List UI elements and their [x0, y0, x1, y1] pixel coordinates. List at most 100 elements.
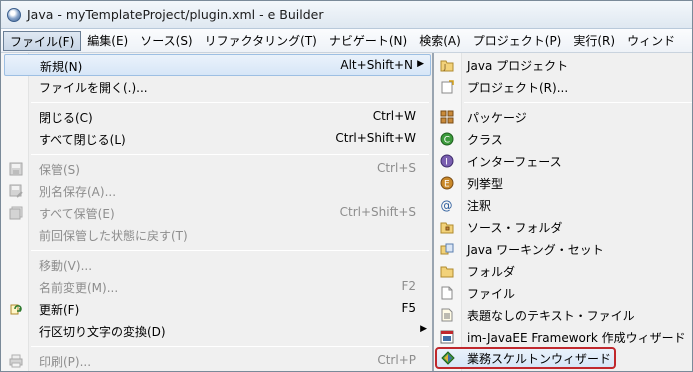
submenu-item-enum[interactable]: E 列挙型	[434, 172, 692, 194]
skeleton-wizard-icon	[441, 351, 455, 365]
menu-item-shortcut: Ctrl+S	[376, 161, 416, 175]
menu-item-close-all[interactable]: すべて閉じる(L) Ctrl+Shift+W	[1, 128, 433, 150]
menu-item-label: 閉じる(C)	[39, 111, 93, 125]
file-menu-dropdown: 新規(N) Alt+Shift+N ▶ ファイルを開く(.)... 閉じる(C)…	[1, 53, 433, 371]
application-icon	[7, 7, 21, 22]
menu-item-shortcut: F5	[401, 301, 416, 315]
submenu-item-label: 注釈	[467, 199, 492, 213]
submenu-arrow-icon: ▶	[417, 59, 424, 69]
save-all-icon	[9, 206, 23, 220]
menu-item-rename[interactable]: 名前変更(M)... F2	[1, 276, 433, 298]
menu-refactor[interactable]: リファクタリング(T)	[199, 31, 323, 51]
menu-edit[interactable]: 編集(E)	[81, 31, 134, 51]
menu-item-label: 保管(S)	[39, 163, 80, 177]
interface-icon: I	[440, 154, 454, 168]
submenu-item-label: プロジェクト(R)...	[467, 81, 569, 95]
menu-item-label: 移動(V)...	[39, 259, 93, 273]
menu-item-shortcut: Alt+Shift+N	[340, 58, 413, 72]
svg-text:E: E	[444, 180, 450, 190]
menu-item-label: 更新(F)	[39, 303, 80, 317]
submenu-item-interface[interactable]: I インターフェース	[434, 150, 692, 172]
menu-item-label: すべて閉じる(L)	[39, 133, 126, 147]
menu-item-save-all[interactable]: すべて保管(E) Ctrl+Shift+S	[1, 202, 433, 224]
svg-text:C: C	[444, 136, 450, 146]
menu-navigate[interactable]: ナビゲート(N)	[323, 31, 413, 51]
svg-text:I: I	[445, 158, 448, 168]
menu-item-label: すべて保管(E)	[39, 207, 115, 221]
menu-item-new[interactable]: 新規(N) Alt+Shift+N ▶	[4, 54, 431, 76]
working-set-icon	[440, 243, 454, 255]
title-bar: Java - myTemplateProject/plugin.xml - e …	[1, 1, 692, 29]
new-submenu: J Java プロジェクト プロジェクト(R)... パッケージ C クラス I…	[433, 53, 692, 371]
menu-item-label: 別名保存(A)...	[39, 185, 117, 199]
menu-item-refresh[interactable]: 更新(F) F5	[1, 298, 433, 320]
folder-icon	[440, 266, 454, 278]
menu-item-close[interactable]: 閉じる(C) Ctrl+W	[1, 106, 433, 128]
menu-item-label: ファイルを開く(.)...	[39, 81, 148, 95]
menu-separator	[31, 102, 429, 103]
menu-item-save-as[interactable]: 別名保存(A)...	[1, 180, 433, 202]
submenu-item-file[interactable]: ファイル	[434, 282, 692, 304]
submenu-item-label: 表題なしのテキスト・ファイル	[467, 309, 635, 323]
submenu-item-java-working-set[interactable]: Java ワーキング・セット	[434, 238, 692, 260]
menu-item-shortcut: F2	[401, 279, 416, 293]
menu-separator	[31, 250, 429, 251]
source-folder-icon	[440, 222, 454, 234]
submenu-item-project[interactable]: プロジェクト(R)...	[434, 76, 692, 98]
class-icon: C	[440, 132, 454, 146]
menu-item-label: 行区切り文字の変換(D)	[39, 325, 166, 339]
submenu-item-label: 業務スケルトンウィザード	[467, 352, 612, 366]
enum-icon: E	[440, 176, 454, 190]
submenu-item-label: im-JavaEE Framework 作成ウィザード	[467, 331, 686, 345]
menu-item-convert-line-delimiters[interactable]: 行区切り文字の変換(D) ▶	[1, 320, 433, 342]
menu-run[interactable]: 実行(R)	[567, 31, 621, 51]
menu-separator	[31, 154, 429, 155]
save-as-icon	[9, 184, 23, 198]
menu-item-move[interactable]: 移動(V)...	[1, 254, 433, 276]
menu-file[interactable]: ファイル(F)	[3, 30, 82, 51]
submenu-item-class[interactable]: C クラス	[434, 128, 692, 150]
menu-window[interactable]: ウィンド	[621, 31, 681, 51]
menu-item-shortcut: Ctrl+W	[372, 109, 416, 123]
submenu-item-label: ファイル	[467, 287, 516, 301]
untitled-text-file-icon	[441, 308, 453, 322]
submenu-item-label: パッケージ	[467, 111, 527, 125]
eclipse-window: Java - myTemplateProject/plugin.xml - e …	[0, 0, 693, 372]
submenu-item-skeleton-wizard[interactable]: 業務スケルトンウィザード	[435, 347, 616, 369]
submenu-item-label: インターフェース	[467, 155, 562, 169]
save-icon	[9, 162, 23, 176]
submenu-item-label: Java ワーキング・セット	[467, 243, 604, 257]
menu-item-print[interactable]: 印刷(P)... Ctrl+P	[1, 350, 433, 371]
menu-item-shortcut: Ctrl+P	[377, 353, 416, 367]
submenu-arrow-icon: ▶	[420, 324, 427, 334]
submenu-item-package[interactable]: パッケージ	[434, 106, 692, 128]
menu-item-label: 名前変更(M)...	[39, 281, 119, 295]
submenu-item-untitled-text-file[interactable]: 表題なしのテキスト・ファイル	[434, 304, 692, 326]
menu-item-shortcut: Ctrl+Shift+W	[335, 131, 416, 145]
submenu-item-label: クラス	[467, 133, 503, 147]
menu-search[interactable]: 検索(A)	[413, 31, 467, 51]
menu-separator	[464, 102, 692, 103]
submenu-item-source-folder[interactable]: ソース・フォルダ	[434, 216, 692, 238]
submenu-item-annotation[interactable]: @ 注釈	[434, 194, 692, 216]
menu-item-label: 印刷(P)...	[39, 355, 92, 369]
print-icon	[9, 354, 23, 368]
svg-text:J: J	[443, 63, 446, 71]
menu-item-shortcut: Ctrl+Shift+S	[339, 205, 416, 219]
submenu-item-framework-wizard[interactable]: im-JavaEE Framework 作成ウィザード	[434, 326, 692, 348]
framework-wizard-icon	[440, 330, 454, 344]
submenu-item-java-project[interactable]: J Java プロジェクト	[434, 54, 692, 76]
svg-text:@: @	[441, 199, 453, 213]
menu-separator	[31, 346, 429, 347]
submenu-item-label: Java プロジェクト	[467, 59, 569, 73]
menu-bar: ファイル(F) 編集(E) ソース(S) リファクタリング(T) ナビゲート(N…	[1, 29, 692, 53]
project-icon	[441, 80, 454, 94]
menu-item-save[interactable]: 保管(S) Ctrl+S	[1, 158, 433, 180]
menu-source[interactable]: ソース(S)	[134, 31, 198, 51]
menu-item-open-file[interactable]: ファイルを開く(.)...	[1, 76, 433, 98]
submenu-item-label: ソース・フォルダ	[467, 221, 563, 235]
submenu-item-folder[interactable]: フォルダ	[434, 260, 692, 282]
menu-item-revert[interactable]: 前回保管した状態に戻す(T)	[1, 224, 433, 246]
menu-project[interactable]: プロジェクト(P)	[467, 31, 568, 51]
window-title: Java - myTemplateProject/plugin.xml - e …	[27, 7, 324, 22]
